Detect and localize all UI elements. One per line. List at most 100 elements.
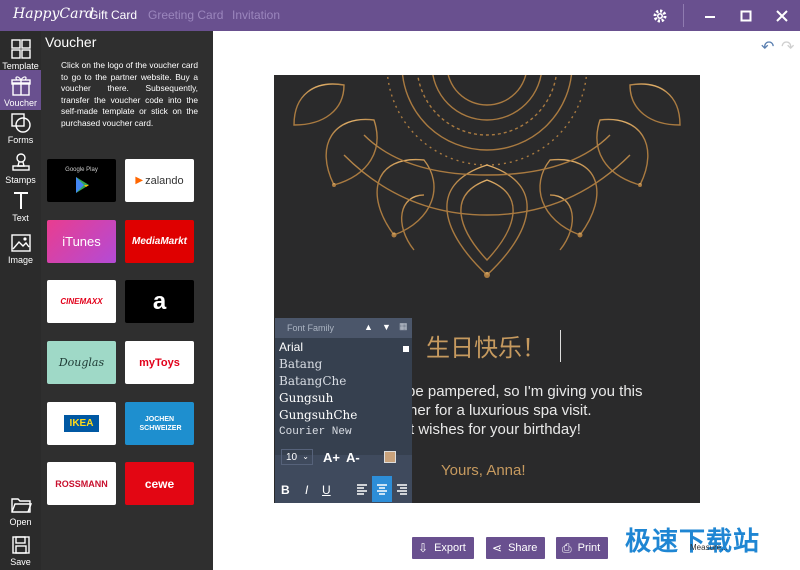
redo-icon[interactable]: ↷ [781,37,794,57]
voucher-rossmann[interactable]: ROSSMANN [47,462,116,505]
tab-invitation[interactable]: Invitation [232,8,280,22]
voucher-mytoys[interactable]: myToys [125,341,194,384]
share-icon: ⋖ [492,541,503,555]
voucher-mediamarkt[interactable]: MediaMarkt [125,220,194,263]
voucher-jochen-schweizer[interactable]: JOCHEN SCHWEIZER [125,402,194,445]
align-right-button[interactable] [392,476,412,502]
shapes-icon [10,113,31,133]
voucher-amazon[interactable]: a [125,280,194,323]
gift-icon [10,76,31,96]
underline-button[interactable]: U [322,483,331,497]
font-size-select[interactable]: 10 ⌄ [281,449,313,465]
settings-gear-icon[interactable] [643,0,677,31]
text-icon [13,192,28,209]
voucher-label-douglas: Douglas [58,356,105,369]
font-size-value: 10 [286,452,298,463]
rail-item-voucher[interactable]: Voucher [0,70,41,110]
export-button[interactable]: ⇩ Export [412,537,474,559]
panel-title: Voucher [45,34,97,50]
font-option-courier-new[interactable]: Courier New [279,426,352,438]
font-option-batangche[interactable]: BatangChe [279,374,346,388]
tool-rail: Template Voucher Forms Stamps Text Image… [0,31,41,570]
increase-font-button[interactable]: A+ [323,450,340,465]
voucher-itunes[interactable]: iTunes [47,220,116,263]
rail-label-forms: Forms [7,135,34,145]
chevron-down-icon: ⌄ [302,452,309,461]
export-label: Export [434,542,466,554]
voucher-label-amazon: a [152,287,167,315]
stamp-icon [11,153,30,171]
font-family-label: Font Family [287,323,335,333]
voucher-label-jochen-schweizer: JOCHEN SCHWEIZER [139,415,182,432]
voucher-label-mytoys: myToys [139,356,180,369]
voucher-label-google-play: Google Play [65,167,98,173]
rail-label-save: Save [10,557,31,567]
share-label: Share [508,542,538,554]
print-button[interactable]: ⎙ Print [556,537,609,559]
card-body-line-2: her for a luxurious spa visit. [409,402,592,419]
panel-description: Click on the logo of the voucher card to… [61,60,198,128]
save-icon [11,536,30,554]
image-icon [10,234,31,252]
align-center-button[interactable] [372,476,392,502]
align-center-icon [377,484,387,495]
play-logo-icon [75,177,89,193]
rail-item-forms[interactable]: Forms [0,107,41,147]
voucher-douglas[interactable]: Douglas [47,341,116,384]
trash-icon[interactable]: ▦ [399,321,408,332]
voucher-zalando[interactable]: ▶ zalando [125,159,194,202]
italic-button[interactable]: I [305,483,308,497]
voucher-cinemaxx[interactable]: CINEMAXX [47,280,116,323]
folder-icon [10,498,32,513]
font-option-batang[interactable]: Batang [279,357,322,371]
card-heading[interactable]: 生日快乐！ [426,328,546,363]
voucher-google-play[interactable]: Google Play [47,159,116,202]
voucher-label-cinemaxx: CINEMAXX [60,297,103,306]
align-left-button[interactable] [352,476,372,502]
font-option-gungsuhche[interactable]: GungsuhChe [279,408,357,422]
move-up-icon[interactable]: ▲ [364,322,373,332]
font-color-swatch[interactable] [384,451,396,463]
text-cursor [560,330,561,362]
voucher-label-itunes: iTunes [62,234,101,249]
watermark-sub: Measure... [690,543,728,552]
export-icon: ⇩ [418,541,429,555]
minimize-icon[interactable] [693,0,727,31]
print-icon: ⎙ [562,540,572,555]
undo-icon[interactable]: ↶ [761,37,774,57]
voucher-panel: Voucher Click on the logo of the voucher… [41,31,213,570]
rail-label-stamps: Stamps [5,175,36,185]
card-signature[interactable]: Yours, Anna! [441,462,526,479]
voucher-label-cewe: cewe [144,476,175,491]
rail-item-open[interactable]: Open [0,489,41,529]
rail-item-stamps[interactable]: Stamps [0,147,41,187]
move-down-icon[interactable]: ▼ [382,322,391,332]
share-button[interactable]: ⋖ Share [486,537,546,559]
rail-item-template[interactable]: Template [0,33,41,73]
title-bar: HappyCard Gift Card Greeting Card Invita… [0,0,800,31]
rail-item-save[interactable]: Save [0,529,41,569]
close-icon[interactable] [765,0,799,31]
voucher-cewe[interactable]: cewe [125,462,194,505]
ikea-logo-icon: IKEA [63,415,100,432]
decrease-font-button[interactable]: A- [346,450,360,465]
voucher-ikea[interactable]: IKEA [47,402,116,445]
font-option-gungsuh[interactable]: Gungsuh [279,391,333,405]
watermark-text: 极速下载站 [625,526,761,556]
tab-gift-card[interactable]: Gift Card [89,8,137,22]
card-body[interactable]: be pampered, so I'm giving you this her … [407,382,643,439]
grid-icon [10,39,31,59]
font-family-list[interactable]: Arial Batang BatangChe Gungsuh GungsuhCh… [275,338,412,455]
bold-button[interactable]: B [281,483,290,497]
scrollbar-thumb[interactable] [403,346,409,352]
rail-item-text[interactable]: Text [0,185,41,225]
card-body-line-3: t wishes for your birthday! [410,421,581,438]
rail-item-image[interactable]: Image [0,227,41,267]
align-left-icon [357,484,367,495]
font-family-header: Font Family ▲ ▼ ▦ [275,318,412,338]
font-option-arial[interactable]: Arial [279,340,303,354]
rail-label-open: Open [9,517,32,527]
zalando-logo-icon: ▶ [135,175,144,186]
tab-greeting-card[interactable]: Greeting Card [148,8,223,22]
maximize-icon[interactable] [729,0,763,31]
